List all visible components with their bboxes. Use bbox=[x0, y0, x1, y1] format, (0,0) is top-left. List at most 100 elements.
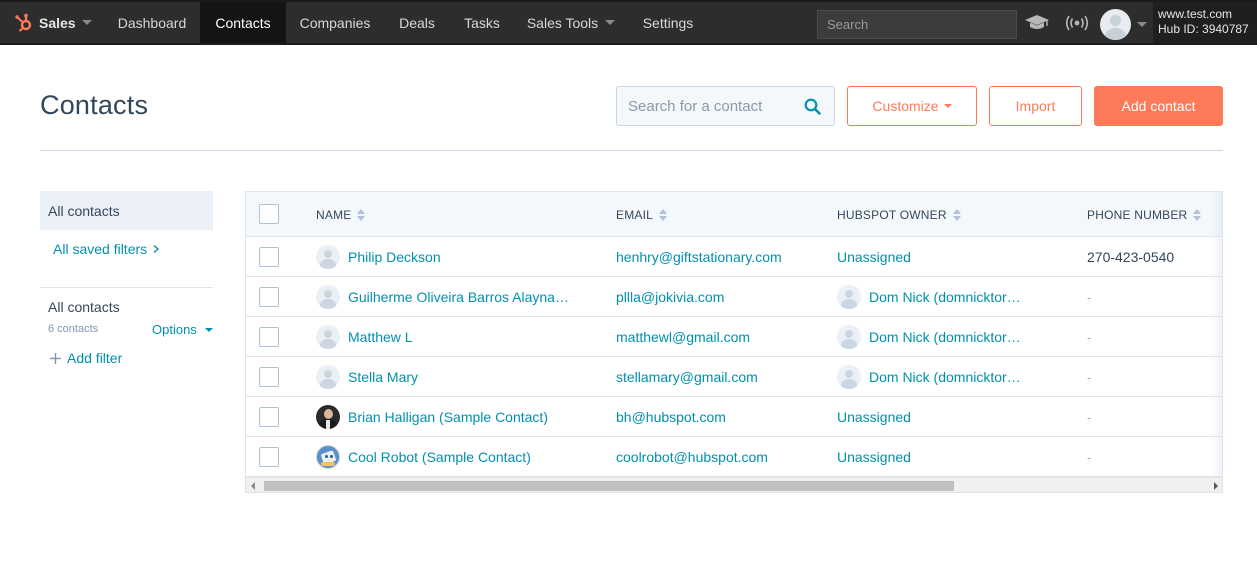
contact-owner[interactable]: Dom Nick (domnicktor… bbox=[869, 369, 1021, 385]
page-title: Contacts bbox=[40, 90, 149, 120]
contact-name-cell[interactable]: Cool Robot (Sample Contact) bbox=[316, 437, 531, 477]
contact-name-link[interactable]: Matthew L bbox=[348, 329, 413, 345]
sort-icon bbox=[952, 208, 961, 221]
contact-name-link[interactable]: Guilherme Oliveira Barros Alayna… bbox=[348, 289, 569, 305]
import-button[interactable]: Import bbox=[989, 86, 1082, 126]
chevron-down-icon bbox=[605, 20, 616, 25]
header-divider bbox=[40, 150, 1223, 151]
row-checkbox[interactable] bbox=[259, 367, 279, 387]
contact-owner-cell[interactable]: Dom Nick (domnicktor… bbox=[837, 317, 1021, 357]
account-info[interactable]: www.test.com Hub ID: 3940787 bbox=[1153, 2, 1257, 43]
chevron-right-icon bbox=[153, 244, 160, 254]
robot-avatar-icon bbox=[316, 445, 340, 469]
nav-item-companies[interactable]: Companies bbox=[286, 2, 384, 43]
contact-owner[interactable]: Unassigned bbox=[837, 237, 911, 277]
contact-name-link[interactable]: Stella Mary bbox=[348, 369, 418, 385]
scroll-left-icon[interactable] bbox=[251, 482, 255, 490]
contact-name-link[interactable]: Philip Deckson bbox=[348, 249, 441, 265]
saved-filters-label: All saved filters bbox=[53, 241, 148, 257]
column-header-label: PHONE NUMBER bbox=[1087, 207, 1188, 222]
nav-item-label: Sales Tools bbox=[526, 14, 599, 31]
plus-icon bbox=[50, 352, 61, 364]
contact-search-field[interactable] bbox=[616, 86, 835, 126]
table-row: Stella Mary stellamary@gmail.com Dom Nic… bbox=[246, 357, 1222, 397]
add-filter-label: Add filter bbox=[67, 350, 123, 366]
row-checkbox[interactable] bbox=[259, 447, 279, 467]
table-row: Cool Robot (Sample Contact) coolrobot@hu… bbox=[246, 437, 1222, 477]
contact-name-link[interactable]: Brian Halligan (Sample Contact) bbox=[348, 409, 548, 425]
current-view-name: All contacts bbox=[48, 299, 120, 315]
nav-item-tasks[interactable]: Tasks bbox=[450, 2, 514, 43]
chevron-down-icon[interactable] bbox=[1137, 22, 1147, 27]
add-contact-button[interactable]: Add contact bbox=[1094, 86, 1223, 126]
user-avatar[interactable] bbox=[1100, 9, 1131, 40]
contact-name-cell[interactable]: Philip Deckson bbox=[316, 237, 441, 277]
global-search-input[interactable]: Search bbox=[817, 10, 1017, 39]
contact-owner-cell[interactable]: Dom Nick (domnicktor… bbox=[837, 357, 1021, 397]
contact-owner-cell[interactable]: Dom Nick (domnicktor… bbox=[837, 277, 1021, 317]
broadcast-icon bbox=[1065, 15, 1089, 30]
contact-name-cell[interactable]: Stella Mary bbox=[316, 357, 418, 397]
select-all-checkbox[interactable] bbox=[259, 204, 279, 224]
column-header-name[interactable]: NAME bbox=[316, 192, 366, 237]
notifications-icon[interactable] bbox=[1062, 2, 1092, 43]
customize-button[interactable]: Customize bbox=[847, 86, 977, 126]
contact-phone: 270-423-0540 bbox=[1087, 249, 1175, 265]
global-search-placeholder: Search bbox=[827, 17, 869, 32]
contact-avatar-icon bbox=[316, 245, 340, 269]
add-filter-button[interactable]: Add filter bbox=[49, 350, 122, 366]
owner-avatar-icon bbox=[837, 285, 861, 309]
contact-owner[interactable]: Dom Nick (domnicktor… bbox=[869, 289, 1021, 305]
nav-item-label: Tasks bbox=[464, 14, 500, 31]
scrollbar-thumb[interactable] bbox=[264, 481, 954, 491]
contact-email[interactable]: matthewl@gmail.com bbox=[616, 317, 750, 357]
sidebar-item-all-contacts[interactable]: All contacts bbox=[40, 191, 213, 230]
column-header-label: EMAIL bbox=[616, 207, 654, 222]
hub-id: Hub ID: 3940787 bbox=[1158, 22, 1249, 36]
graduation-cap-icon bbox=[1025, 14, 1049, 29]
row-checkbox[interactable] bbox=[259, 247, 279, 267]
contact-phone: - bbox=[1087, 329, 1092, 345]
row-checkbox[interactable] bbox=[259, 327, 279, 347]
contact-email[interactable]: bh@hubspot.com bbox=[616, 397, 726, 437]
contact-owner[interactable]: Unassigned bbox=[837, 397, 911, 437]
add-contact-button-label: Add contact bbox=[1121, 98, 1196, 114]
contact-email[interactable]: stellamary@gmail.com bbox=[616, 357, 758, 397]
brand-label: Sales bbox=[39, 14, 76, 31]
nav-item-settings[interactable]: Settings bbox=[628, 2, 708, 43]
nav-item-deals[interactable]: Deals bbox=[384, 2, 450, 43]
horizontal-scrollbar[interactable] bbox=[246, 477, 1222, 492]
brand-menu[interactable]: Sales bbox=[14, 2, 92, 43]
contact-search-input[interactable] bbox=[628, 97, 803, 115]
search-icon[interactable] bbox=[804, 98, 821, 115]
scroll-right-icon[interactable] bbox=[1214, 482, 1218, 490]
column-header-hubspot-owner[interactable]: HUBSPOT OWNER bbox=[837, 192, 961, 237]
row-checkbox[interactable] bbox=[259, 287, 279, 307]
nav-item-sales-tools[interactable]: Sales Tools bbox=[514, 2, 628, 43]
table-row: Philip Deckson henhry@giftstationary.com… bbox=[246, 237, 1222, 277]
import-button-label: Import bbox=[1015, 98, 1056, 114]
nav-item-contacts[interactable]: Contacts bbox=[200, 2, 286, 43]
contact-phone: - bbox=[1087, 409, 1092, 425]
contact-email[interactable]: coolrobot@hubspot.com bbox=[616, 437, 768, 477]
contact-name-link[interactable]: Cool Robot (Sample Contact) bbox=[348, 449, 531, 465]
contact-email[interactable]: pllla@jokivia.com bbox=[616, 277, 724, 317]
column-header-email[interactable]: EMAIL bbox=[616, 192, 668, 237]
sidebar-item-label: All contacts bbox=[48, 202, 120, 219]
contact-name-cell[interactable]: Matthew L bbox=[316, 317, 413, 357]
contact-name-cell[interactable]: Brian Halligan (Sample Contact) bbox=[316, 397, 548, 437]
view-options-dropdown[interactable]: Options bbox=[152, 322, 213, 337]
contact-email[interactable]: henhry@giftstationary.com bbox=[616, 237, 782, 277]
contacts-table: NAME EMAIL HUBSPOT OWNER PHONE NUMBER Ph… bbox=[245, 191, 1223, 493]
contact-owner[interactable]: Dom Nick (domnicktor… bbox=[869, 329, 1021, 345]
column-header-phone-number[interactable]: PHONE NUMBER bbox=[1087, 192, 1202, 237]
contact-phone: - bbox=[1087, 289, 1092, 305]
contact-phone: - bbox=[1087, 369, 1092, 385]
contact-count: 6 contacts bbox=[48, 323, 99, 335]
nav-item-dashboard[interactable]: Dashboard bbox=[104, 2, 200, 43]
contact-owner[interactable]: Unassigned bbox=[837, 437, 911, 477]
all-saved-filters-link[interactable]: All saved filters bbox=[53, 241, 161, 257]
academy-icon[interactable] bbox=[1022, 2, 1052, 43]
contact-name-cell[interactable]: Guilherme Oliveira Barros Alayna… bbox=[316, 277, 569, 317]
row-checkbox[interactable] bbox=[259, 407, 279, 427]
